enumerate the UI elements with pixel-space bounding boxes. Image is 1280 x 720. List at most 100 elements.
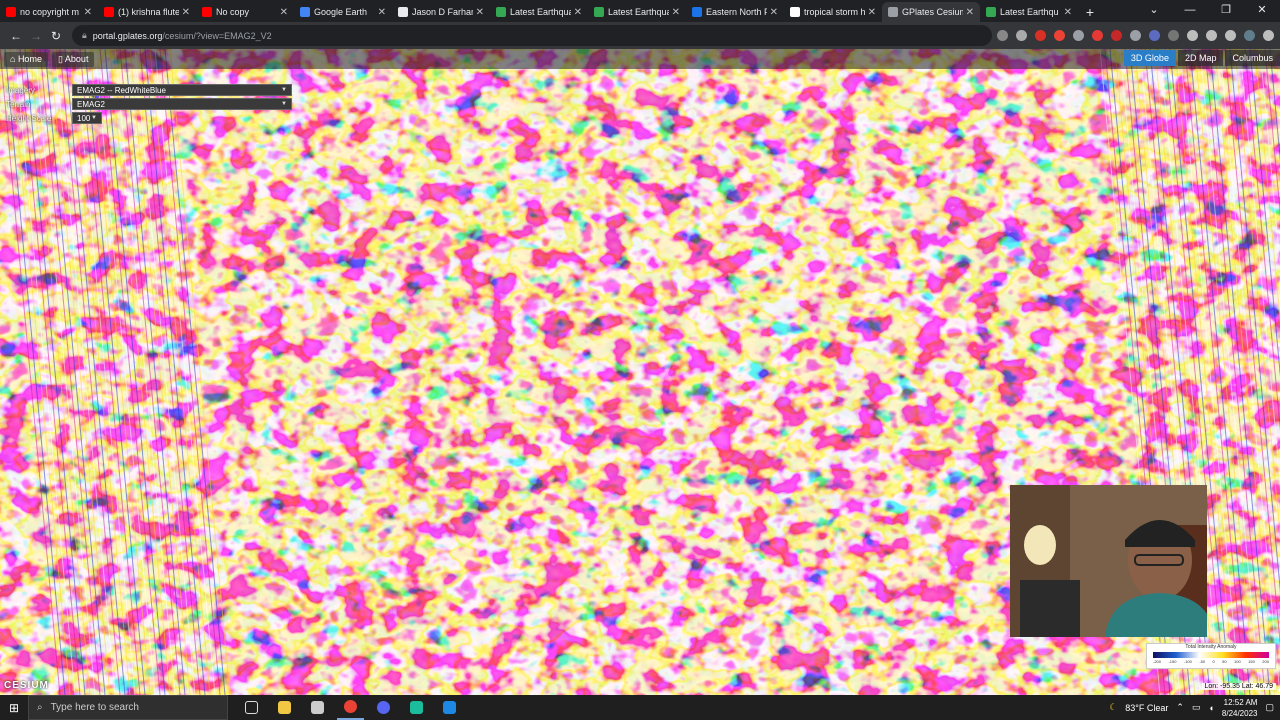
extension-icon[interactable] [1092,30,1103,41]
snipping-tool-icon[interactable] [304,695,331,720]
extension-icon[interactable] [1130,30,1141,41]
pinned-apps [238,695,463,720]
tab-favicon-icon [398,7,408,17]
close-tab-icon[interactable]: ✕ [574,7,582,18]
browser-tab[interactable]: Eastern North P ✕ [686,2,784,22]
taskbar-clock[interactable]: 12:52 AM 8/24/2023 [1222,697,1258,719]
windows-start-icon[interactable]: ⊞ [0,701,28,715]
tab-title: (1) krishna flute [118,7,179,17]
menu-icon[interactable] [1263,30,1274,41]
legend-tick-label: -100 [1183,659,1192,664]
restore-button[interactable]: ❐ [1208,0,1244,20]
forward-icon[interactable]: → [26,29,46,43]
site-info-icon[interactable]: 🔒︎ [82,30,87,41]
legend-tick-label: -150 [1168,659,1177,664]
extension-icon[interactable] [1168,30,1179,41]
taskbar-search[interactable]: ⌕ Type here to search [28,695,228,720]
minimize-button[interactable]: — [1172,0,1208,20]
tab-title: GPlates Cesium [902,7,963,17]
search-icon: ⌕ [37,702,43,713]
coordinate-readout: Lon: -95.35 Lat: 46.79 [1201,683,1276,690]
clock-date: 8/24/2023 [1221,708,1258,718]
browser-tab[interactable]: Latest Earthqua ✕ [490,2,588,22]
task-view-icon[interactable] [238,695,265,720]
weather-moon-icon[interactable]: ☾ [1109,702,1117,713]
side-panel-icon[interactable] [1225,30,1236,41]
file-explorer-icon[interactable] [271,695,298,720]
back-icon[interactable]: ← [6,29,26,43]
chrome-icon[interactable] [337,695,364,720]
bookmark-star-icon[interactable] [1016,30,1027,41]
tray-chevron-icon[interactable]: ⌃ [1176,702,1184,713]
close-tab-icon[interactable]: ✕ [966,7,974,18]
legend-tick-label: -200 [1153,659,1162,664]
reading-list-icon[interactable] [1206,30,1217,41]
close-tab-icon[interactable]: ✕ [672,7,680,18]
reload-icon[interactable]: ↻ [46,29,66,43]
close-tab-icon[interactable]: ✕ [1064,7,1072,18]
cesium-viewport[interactable]: ⌂ Home ▯ About 3D Globe 2D Map Columbus … [0,49,1280,695]
browser-tab[interactable]: no copyright m ✕ [0,2,98,22]
height-scale-label: Height Scale [6,113,52,123]
browser-tab[interactable]: Latest Earthqu ✕ [980,2,1078,22]
close-tab-icon[interactable]: ✕ [182,7,190,18]
view-3d-globe-button[interactable]: 3D Globe [1123,50,1176,66]
view-columbus-button[interactable]: Columbus [1225,50,1280,66]
terrain-select[interactable]: EMAG2 ▼ [72,98,292,110]
about-button[interactable]: ▯ About [51,52,95,67]
browser-tab[interactable]: Latest Earthqua ✕ [588,2,686,22]
browser-tab[interactable]: (1) krishna flute ✕ [98,2,196,22]
close-tab-icon[interactable]: ✕ [280,7,288,18]
chevron-down-icon: ▼ [91,115,97,121]
view-2d-map-button[interactable]: 2D Map [1177,50,1224,66]
puzzle-icon[interactable] [1187,30,1198,41]
tab-search-icon[interactable]: ⌄ [1136,0,1172,20]
cesium-logo[interactable]: CESIUM [4,680,49,691]
browser-tab[interactable]: tropical storm h ✕ [784,2,882,22]
tab-favicon-icon [496,7,506,17]
browser-tab[interactable]: Google Earth ✕ [294,2,392,22]
app-icon[interactable] [436,695,463,720]
search-placeholder: Type here to search [50,702,139,713]
close-tab-icon[interactable]: ✕ [378,7,386,18]
extension-icon[interactable] [1111,30,1122,41]
app-icon[interactable] [403,695,430,720]
tab-favicon-icon [888,7,898,17]
layer-panel: Imagery EMAG2 -- RedWhiteBlue ▼ Terrain E… [6,83,292,125]
legend-tick-label: 200 [1262,659,1269,664]
color-legend: Total Intensity Anomaly -200 -150 -100 -50 0… [1146,643,1276,669]
browser-tab[interactable]: No copy ✕ [196,2,294,22]
close-tab-icon[interactable]: ✕ [84,7,92,18]
share-icon[interactable] [997,30,1008,41]
tab-title: Latest Earthqua [510,7,571,17]
discord-icon[interactable] [370,695,397,720]
webcam-overlay [1010,485,1207,637]
close-window-button[interactable]: ✕ [1244,0,1280,20]
close-tab-icon[interactable]: ✕ [476,7,484,18]
extension-icon[interactable] [1035,30,1046,41]
home-button[interactable]: ⌂ Home [4,52,48,67]
close-tab-icon[interactable]: ✕ [868,7,876,18]
address-bar[interactable]: 🔒︎ portal.gplates.org/cesium/?view=EMAG2… [72,25,992,46]
nav-left: ⌂ Home ▯ About [4,52,95,67]
height-scale-select[interactable]: 100 ▼ [72,112,102,124]
new-tab-button[interactable]: + [1078,2,1102,22]
imagery-select[interactable]: EMAG2 -- RedWhiteBlue ▼ [72,84,292,96]
tab-favicon-icon [986,7,996,17]
avatar[interactable] [1244,30,1255,41]
extension-icon[interactable] [1149,30,1160,41]
notifications-icon[interactable]: ▢ [1265,702,1274,713]
extension-icon[interactable] [1054,30,1065,41]
close-tab-icon[interactable]: ✕ [770,7,778,18]
network-icon[interactable]: ▭ [1192,702,1201,713]
extension-icon[interactable] [1073,30,1084,41]
tab-title: Google Earth [314,7,368,17]
url-path: /cesium/?view=EMAG2_V2 [162,30,272,41]
legend-tick-label: -50 [1199,659,1206,664]
browser-tab[interactable]: GPlates Cesium ✕ [882,2,980,22]
browser-tab[interactable]: Jason D Farhan ✕ [392,2,490,22]
cesium-top-nav: ⌂ Home ▯ About 3D Globe 2D Map Columbus [0,49,1280,69]
terrain-row: Terrain EMAG2 ▼ [6,97,292,111]
weather-text[interactable]: 83°F Clear [1125,703,1168,713]
volume-icon[interactable]: ◖ [1208,703,1213,713]
